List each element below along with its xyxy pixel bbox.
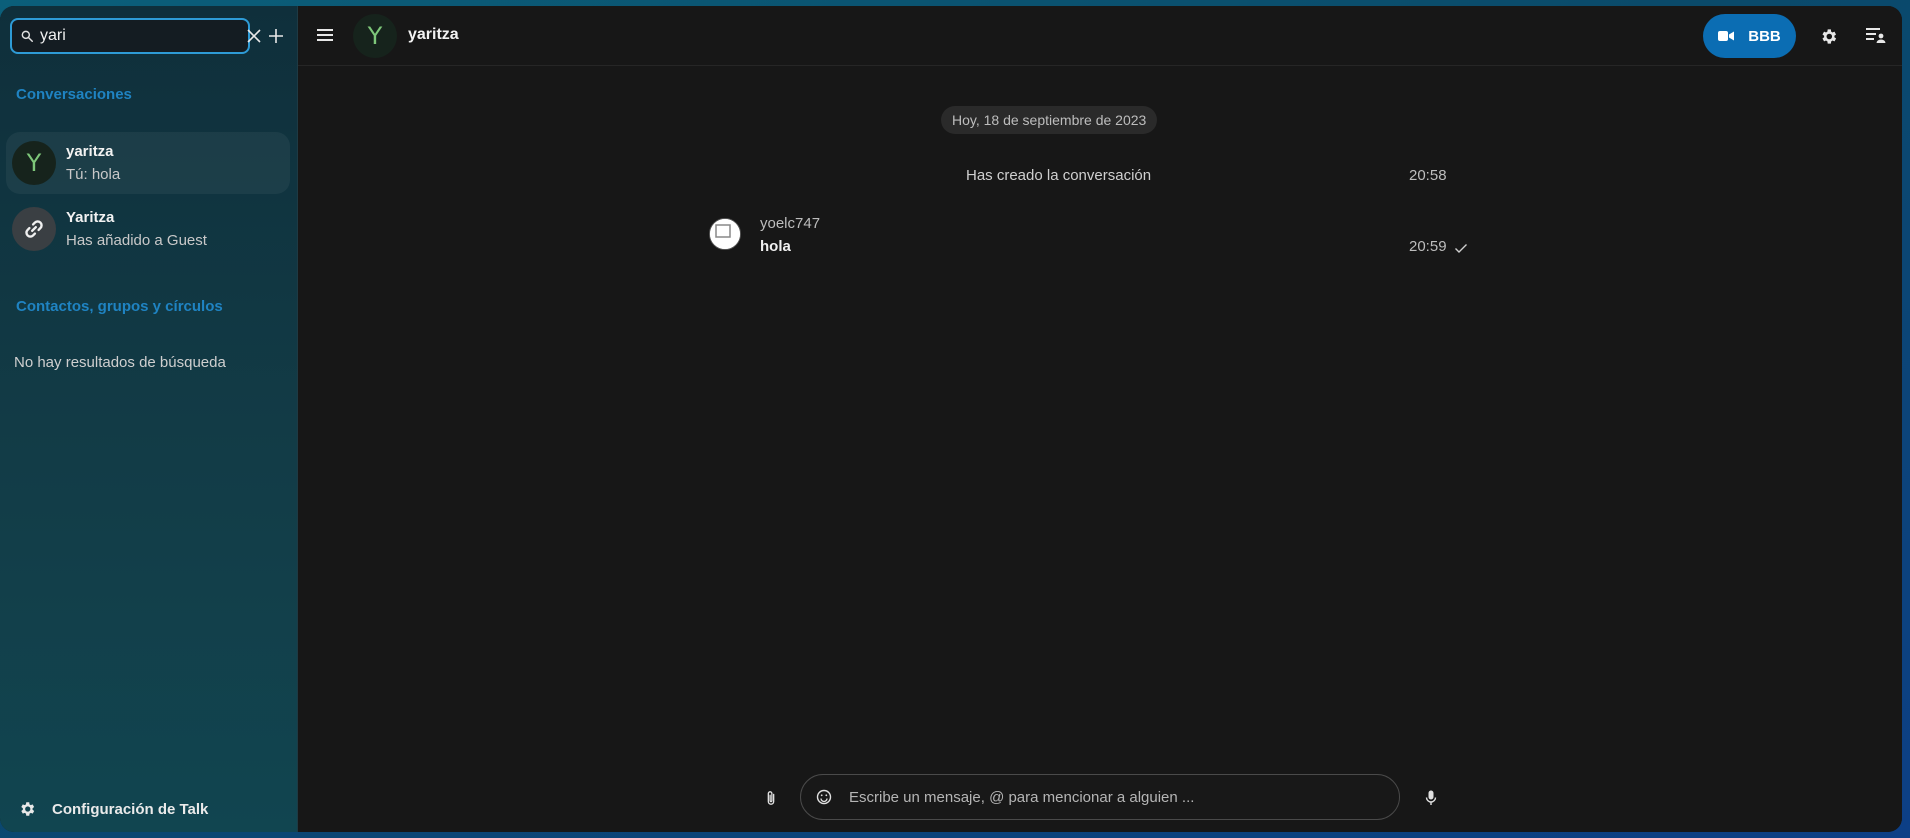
conversation-name: yaritza bbox=[66, 143, 114, 160]
paperclip-icon bbox=[767, 791, 775, 805]
author-avatar[interactable] bbox=[709, 218, 741, 250]
conversations-heading: Conversaciones bbox=[16, 86, 132, 103]
participants-list-icon bbox=[1866, 28, 1886, 43]
talk-settings-button[interactable]: Configuración de Talk bbox=[18, 800, 208, 818]
close-icon bbox=[247, 29, 261, 43]
emoji-button[interactable] bbox=[813, 786, 835, 808]
clear-search-button[interactable] bbox=[247, 26, 261, 46]
chat-header: Y yaritza BBB bbox=[298, 6, 1902, 66]
contacts-heading: Contactos, grupos y círculos bbox=[16, 298, 223, 315]
gear-icon bbox=[21, 802, 35, 816]
start-call-button[interactable]: BBB bbox=[1703, 14, 1796, 58]
search-input[interactable] bbox=[40, 27, 247, 45]
talk-settings-label: Configuración de Talk bbox=[52, 800, 209, 818]
system-message-time: 20:58 bbox=[1409, 167, 1447, 184]
conversation-item[interactable]: Y yaritza Tú: hola bbox=[6, 132, 290, 194]
conversation-item[interactable]: Yaritza Has añadido a Guest bbox=[6, 198, 290, 260]
attach-button[interactable] bbox=[760, 787, 782, 809]
avatar[interactable]: Y bbox=[353, 14, 397, 58]
avatar: Y bbox=[12, 141, 56, 185]
conversation-text: yaritza Tú: hola bbox=[66, 143, 120, 183]
link-icon bbox=[25, 220, 43, 238]
message-text: hola bbox=[760, 238, 791, 255]
search-box[interactable] bbox=[10, 18, 261, 54]
message-time: 20:59 bbox=[1409, 238, 1447, 255]
plus-icon bbox=[269, 29, 283, 43]
call-button-label: BBB bbox=[1748, 27, 1781, 45]
video-camera-icon bbox=[1718, 31, 1735, 41]
new-conversation-button[interactable] bbox=[260, 20, 292, 52]
emoji-icon bbox=[816, 789, 832, 805]
system-message: Has creado la conversación bbox=[966, 167, 1152, 184]
conversation-text: Yaritza Has añadido a Guest bbox=[66, 209, 207, 249]
conversation-settings-button[interactable] bbox=[1816, 24, 1840, 48]
message-input[interactable] bbox=[849, 788, 1399, 806]
search-icon bbox=[21, 30, 33, 42]
record-voice-button[interactable] bbox=[1420, 787, 1442, 809]
message-composer bbox=[800, 774, 1400, 820]
avatar bbox=[12, 207, 56, 251]
app-window: Conversaciones Y yaritza Tú: hola Yaritz… bbox=[0, 6, 1902, 832]
conversation-name: Yaritza bbox=[66, 209, 115, 226]
hamburger-icon bbox=[317, 29, 333, 41]
toggle-sidebar-button[interactable] bbox=[1864, 24, 1888, 48]
microphone-icon bbox=[1425, 790, 1437, 805]
no-results-text: No hay resultados de búsqueda bbox=[14, 354, 226, 371]
menu-button[interactable] bbox=[312, 22, 338, 48]
search-row bbox=[10, 18, 292, 54]
sidebar: Conversaciones Y yaritza Tú: hola Yaritz… bbox=[0, 6, 298, 832]
check-icon bbox=[1455, 244, 1467, 253]
date-separator: Hoy, 18 de septiembre de 2023 bbox=[941, 106, 1158, 134]
gear-icon bbox=[1821, 28, 1836, 44]
conversation-title[interactable]: yaritza bbox=[408, 26, 459, 44]
broken-image-icon bbox=[710, 219, 740, 249]
conversation-last-message: Has añadido a Guest bbox=[66, 232, 207, 249]
conversation-last-message: Tú: hola bbox=[66, 166, 121, 183]
message-author[interactable]: yoelc747 bbox=[760, 215, 820, 232]
chat-panel: Y yaritza BBB Hoy, 18 de septiembre de 2… bbox=[298, 6, 1902, 832]
